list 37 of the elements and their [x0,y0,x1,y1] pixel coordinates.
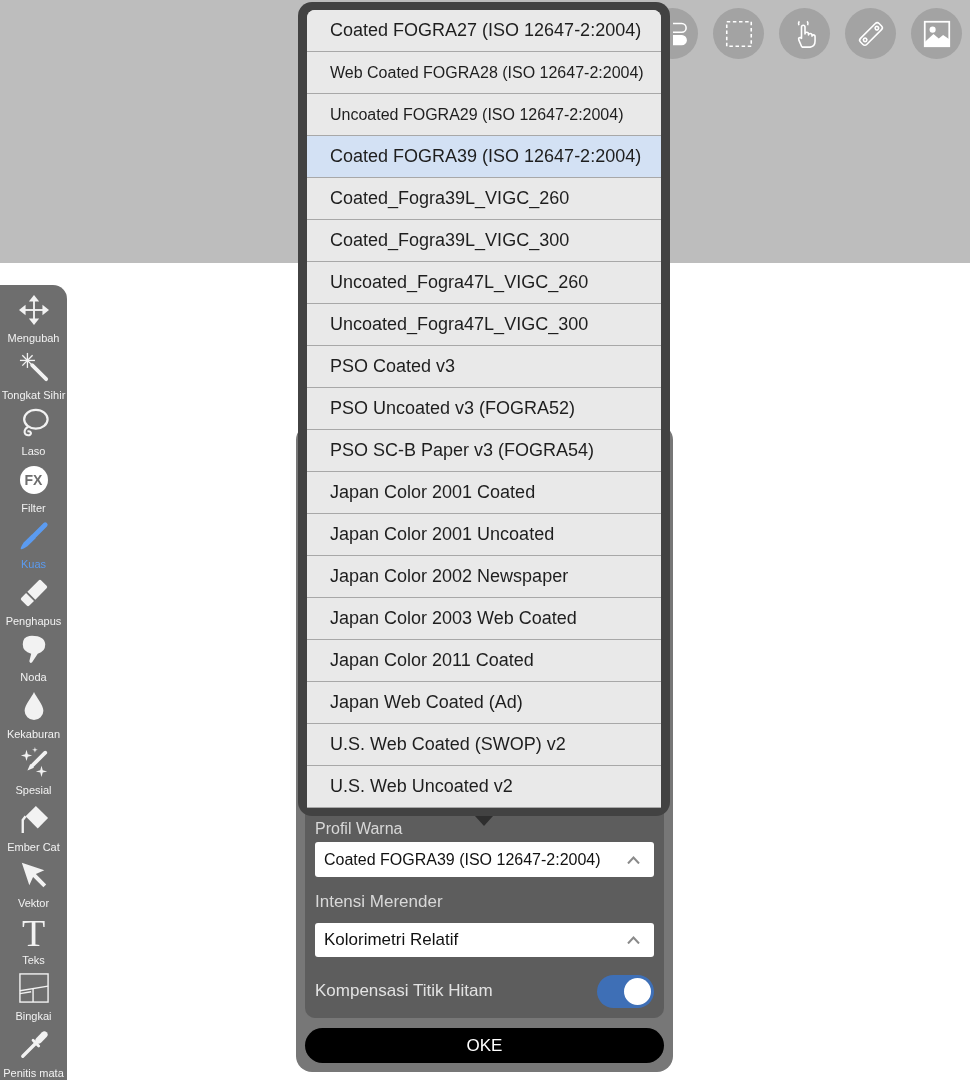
tool-button[interactable]: T Teks [0,913,67,970]
tool-button[interactable]: Ember Cat [0,800,67,857]
tool-button[interactable]: FX Filter [0,461,67,518]
chevron-up-icon [627,855,640,864]
eyedropper-icon [18,1029,49,1060]
frame-panels-icon [18,973,49,1003]
ok-button[interactable]: OKE [305,1028,664,1063]
tool-button[interactable]: Spesial [0,744,67,801]
tool-button[interactable]: Noda [0,631,67,688]
image-icon [922,19,951,48]
chevron-up-icon [627,936,640,944]
field-label: Intensi Merender [315,892,443,912]
field-label: Profil Warna [315,819,403,839]
fx-icon: FX [19,465,48,494]
dropdown-field[interactable]: Coated FOGRA39 (ISO 12647-2:2004) [315,842,654,877]
menu-option[interactable]: Coated FOGRA39 (ISO 12647-2:2004) [307,136,661,178]
brush-icon [18,521,49,551]
tool-button[interactable]: Bingkai [0,970,67,1027]
tool-button[interactable]: Mengubah [0,292,67,349]
menu-option[interactable]: Coated FOGRA27 (ISO 12647-2:2004) [307,10,661,52]
tool-button[interactable]: Tongkat Sihir [0,348,67,405]
eraser-icon [18,577,49,608]
magic-wand-icon [18,351,49,382]
tool-button[interactable]: Penghapus [0,574,67,631]
ruler-icon [856,19,885,48]
dashed-selection-icon [724,19,753,48]
letter-t-icon: T [21,916,46,947]
toggle-label: Kompensasi Titik Hitam [315,981,493,1001]
dropdown-field[interactable]: Kolorimetri Relatif [315,923,654,957]
tool-button[interactable]: Penitis mata [0,1026,67,1080]
popup-pointer-icon [475,816,493,826]
tool-button[interactable]: Kekaburan [0,687,67,744]
sparkle-pen-icon [18,747,49,777]
tool-button[interactable]: Vektor [0,857,67,914]
move-arrows-icon [18,295,49,325]
toggle-switch[interactable] [597,974,654,1008]
tool-button[interactable]: Laso [0,405,67,462]
